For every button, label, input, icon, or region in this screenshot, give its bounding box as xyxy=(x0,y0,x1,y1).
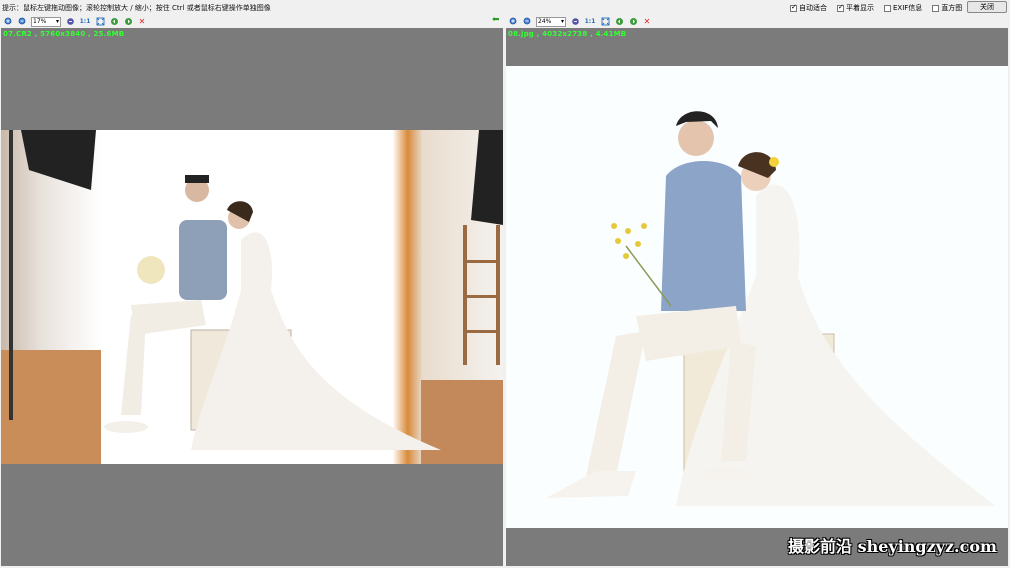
chevron-down-icon: ▾ xyxy=(55,18,59,25)
zoom-select[interactable]: 17% ▾ xyxy=(31,16,61,27)
rotate-right-icon[interactable] xyxy=(628,17,638,27)
zoom-out-icon[interactable] xyxy=(522,17,532,27)
rotate-left-icon[interactable] xyxy=(109,17,119,27)
fit-icon[interactable] xyxy=(65,17,75,27)
option-flat-display[interactable]: 平着显示 xyxy=(837,3,874,13)
chevron-down-icon: ▾ xyxy=(560,18,564,25)
right-image-pane[interactable]: 08.jpg , 4032x2738 , 4.41MB xyxy=(506,28,1008,566)
close-button[interactable]: 关闭 xyxy=(967,1,1007,13)
fullscreen-icon[interactable] xyxy=(600,17,610,27)
actual-size-button[interactable]: 1:1 xyxy=(79,18,91,25)
wedding-photo-retouched[interactable] xyxy=(506,66,1008,528)
rotate-right-icon[interactable] xyxy=(123,17,133,27)
fit-icon[interactable] xyxy=(570,17,580,27)
option-label: 直方图 xyxy=(941,4,963,12)
sync-arrow-icon[interactable]: ⬅ xyxy=(492,15,502,27)
zoom-select[interactable]: 24% ▾ xyxy=(536,16,566,27)
hint-text: 提示：鼠标左键拖动图像；滚轮控制放大 / 缩小；按住 Ctrl 或者鼠标右键操作… xyxy=(2,4,271,12)
checkbox-icon[interactable] xyxy=(790,3,797,12)
delete-icon[interactable]: ✕ xyxy=(137,17,147,27)
option-label: EXIF信息 xyxy=(893,4,923,12)
checkbox-icon[interactable] xyxy=(884,4,891,12)
left-image-pane[interactable]: 07.CR2 , 5760x3840 , 25.6MB xyxy=(1,28,503,566)
zoom-out-icon[interactable] xyxy=(17,17,27,27)
delete-icon[interactable]: ✕ xyxy=(642,17,652,27)
option-histogram[interactable]: 直方图 xyxy=(932,3,962,13)
fullscreen-icon[interactable] xyxy=(95,17,105,27)
option-exif[interactable]: EXIF信息 xyxy=(884,3,922,13)
zoom-value: 24% xyxy=(538,18,552,25)
watermark-text: 摄影前沿 sheyingzyz.com xyxy=(788,537,997,556)
image-info: 07.CR2 , 5760x3840 , 25.6MB xyxy=(3,30,125,38)
wedding-photo-raw[interactable] xyxy=(1,130,503,464)
option-label: 平着显示 xyxy=(846,4,874,12)
rotate-left-icon[interactable] xyxy=(614,17,624,27)
checkbox-icon[interactable] xyxy=(837,3,844,12)
zoom-value: 17% xyxy=(33,18,47,25)
right-toolbar: 24% ▾ 1:1 ✕ xyxy=(508,15,1008,28)
option-auto-fit[interactable]: 自动适合 xyxy=(790,3,827,13)
zoom-in-icon[interactable] xyxy=(508,17,518,27)
options-group: 自动适合 平着显示 EXIF信息 直方图 xyxy=(790,3,962,13)
actual-size-button[interactable]: 1:1 xyxy=(584,18,596,25)
option-label: 自动适合 xyxy=(799,4,827,12)
top-bar: 提示：鼠标左键拖动图像；滚轮控制放大 / 缩小；按住 Ctrl 或者鼠标右键操作… xyxy=(0,0,1010,15)
image-info: 08.jpg , 4032x2738 , 4.41MB xyxy=(508,30,627,38)
zoom-in-icon[interactable] xyxy=(3,17,13,27)
left-toolbar: 17% ▾ 1:1 ✕ xyxy=(3,15,503,28)
checkbox-icon[interactable] xyxy=(932,4,940,12)
